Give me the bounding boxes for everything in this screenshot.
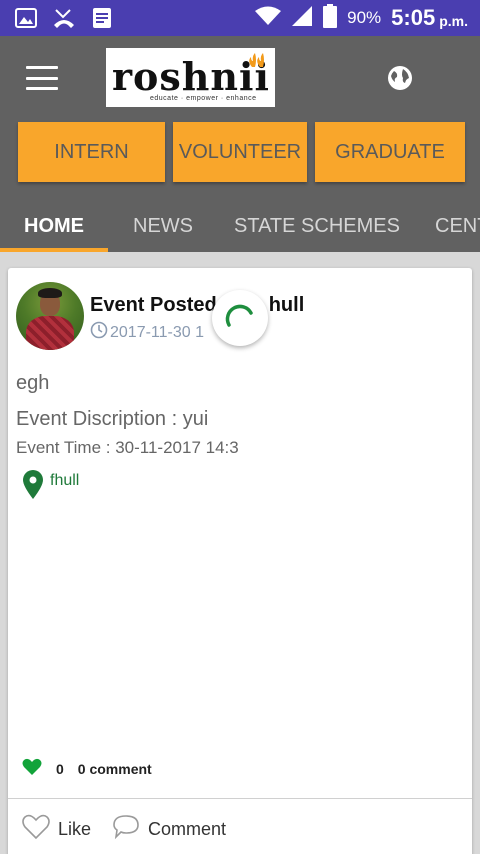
battery-icon	[323, 3, 338, 33]
signal-icon	[291, 5, 313, 32]
location-pin-icon	[22, 470, 44, 505]
wifi-icon	[255, 6, 282, 31]
gallery-icon	[14, 6, 38, 30]
like-button[interactable]: Like	[22, 814, 91, 845]
volunteer-button[interactable]: VOLUNTEER	[173, 122, 307, 182]
card-divider	[8, 798, 472, 799]
status-bar: 90% 5:05 p.m.	[0, 0, 480, 36]
graduate-button[interactable]: GRADUATE	[315, 122, 465, 182]
app-logo: roshnii educate · empower · enhance	[106, 48, 275, 107]
comment-bubble-icon	[112, 814, 140, 845]
avatar[interactable]	[16, 282, 84, 350]
like-count: 0	[56, 760, 64, 777]
comment-button[interactable]: Comment	[112, 814, 226, 845]
like-label: Like	[58, 819, 92, 839]
heart-outline-icon	[22, 814, 50, 845]
event-time: Event Time : 30-11-2017 14:3	[16, 438, 239, 457]
tab-bar: HOME NEWS STATE SCHEMES CENT	[0, 200, 480, 252]
heart-filled-icon	[22, 758, 42, 779]
loading-spinner	[212, 290, 268, 346]
menu-icon[interactable]	[26, 66, 58, 90]
comment-label: Comment	[148, 819, 227, 839]
app-header: roshnii educate · empower · enhance INTE…	[0, 36, 480, 252]
tab-cent[interactable]: CENT	[435, 200, 480, 252]
tab-news[interactable]: NEWS	[133, 200, 193, 252]
tab-home[interactable]: HOME	[24, 200, 84, 252]
event-location[interactable]: fhull	[22, 470, 79, 505]
logo-tagline: educate · empower · enhance	[150, 95, 257, 102]
post-title-text: Event Posted	[90, 294, 217, 316]
battery-percent: 90%	[347, 8, 382, 27]
event-card[interactable]: Event Postedhull 2017-11-30 17 egh Event…	[8, 268, 472, 854]
post-stats: 0 0 comment	[22, 758, 152, 779]
post-title-suffix: hull	[268, 294, 305, 316]
event-description: Event Discription : yui	[16, 408, 209, 430]
flame-icon	[247, 52, 267, 73]
comment-count: 0 comment	[77, 760, 152, 777]
tab-state-schemes[interactable]: STATE SCHEMES	[234, 200, 400, 252]
missed-call-icon	[52, 6, 76, 30]
post-title: Event Posted hull	[90, 294, 304, 317]
location-text: fhull	[50, 472, 80, 489]
clock-icon	[90, 321, 108, 344]
post-body: egh	[16, 372, 50, 394]
globe-icon[interactable]	[386, 64, 414, 92]
notes-icon	[90, 6, 114, 30]
clock-ampm: p.m.	[439, 13, 468, 29]
clock-time: 5:05	[391, 5, 436, 30]
intern-button[interactable]: INTERN	[18, 122, 165, 182]
active-tab-indicator	[0, 248, 108, 252]
timestamp-text: 2017-11-30 1	[110, 323, 204, 341]
